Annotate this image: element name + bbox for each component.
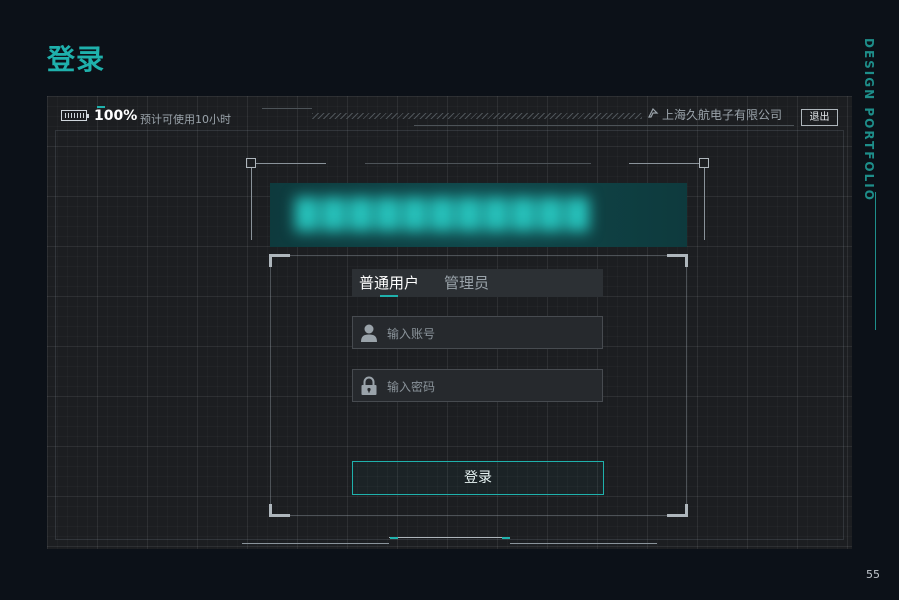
bottom-line [510,543,657,544]
panel-corner [269,504,290,517]
login-tabs: 普通用户 管理员 [352,269,603,297]
status-bar: 100% 预计可使用10小时 上海久航电子有限公司 退出 [47,96,852,130]
deco-line [704,168,705,240]
side-label: DESIGN PORTFOLIO [862,38,876,202]
battery-usage-text: 预计可使用10小时 [140,113,231,126]
bottom-accent [390,537,398,539]
battery-percent: 100% [94,108,138,124]
panel-corner [667,254,688,267]
logout-button[interactable]: 退出 [801,109,838,126]
bottom-accent [502,537,510,539]
side-divider [875,192,876,330]
banner-title: ███████████ [295,197,593,232]
account-input[interactable] [385,317,599,350]
deco-square-left [246,158,256,168]
user-icon [360,323,378,343]
blurred-banner: ███████████ [270,183,687,247]
panel-corner [269,254,290,267]
deco-square-right [699,158,709,168]
company-name: 上海久航电子有限公司 [647,106,782,123]
deco-line [256,163,326,164]
tab-normal-user[interactable]: 普通用户 [359,269,419,297]
bottom-line [242,543,389,544]
page-title: 登录 [47,43,106,76]
login-button[interactable]: 登录 [352,461,604,495]
bottom-notch [389,537,510,549]
tab-admin[interactable]: 管理员 [444,269,489,297]
deco-line [629,163,699,164]
deco-line [251,168,252,240]
company-logo-icon [647,107,659,122]
deco-line [365,163,591,164]
account-field [352,316,603,350]
password-input[interactable] [385,370,599,403]
battery-icon [61,110,89,121]
status-hatch-decoration [312,113,642,119]
active-tab-indicator [380,295,398,297]
password-field [352,369,603,403]
status-underline [414,125,794,126]
status-divider [262,108,312,109]
company-name-text: 上海久航电子有限公司 [662,108,783,122]
login-screen: 100% 预计可使用10小时 上海久航电子有限公司 退出 ███████████… [47,96,852,549]
page-number: 55 [866,568,880,581]
lock-icon [360,376,378,396]
login-panel: 普通用户 管理员 登录 [269,254,688,517]
panel-corner [667,504,688,517]
